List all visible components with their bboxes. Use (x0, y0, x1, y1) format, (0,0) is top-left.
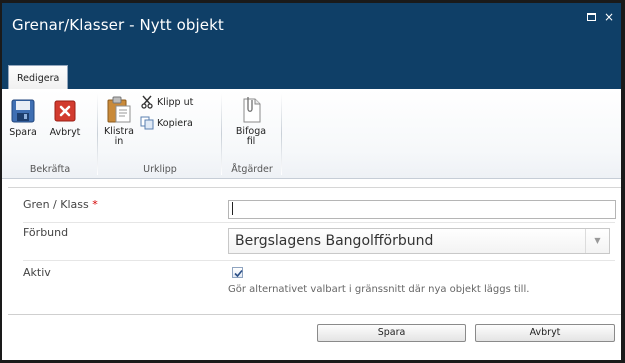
dialog: Grenar/Klasser - Nytt objekt × Redigera (2, 3, 621, 360)
window-frame: Grenar/Klasser - Nytt objekt × Redigera (0, 0, 625, 363)
group-separator (281, 93, 282, 175)
dialog-title: Grenar/Klasser - Nytt objekt (12, 16, 224, 34)
cancel-button-label: Avbryt (49, 127, 81, 138)
gren-klass-input[interactable] (228, 200, 616, 219)
cancel-button[interactable]: Avbryt (44, 98, 86, 138)
row-divider (23, 260, 615, 261)
gren-klass-label-text: Gren / Klass (23, 198, 89, 211)
chevron-down-icon[interactable]: ▼ (585, 229, 609, 253)
form-save-button[interactable]: Spara (317, 324, 466, 342)
maximize-icon[interactable] (585, 11, 597, 23)
scissors-icon (141, 95, 153, 109)
paste-label-line2: in (114, 136, 124, 147)
attach-file-icon (243, 97, 261, 123)
form-cancel-button[interactable]: Avbryt (475, 324, 615, 342)
text-caret (228, 200, 238, 219)
tab-redigera[interactable]: Redigera (8, 65, 69, 90)
copy-icon (140, 116, 154, 130)
form-top-divider (8, 187, 621, 188)
group-label-urklipp: Urklipp (143, 164, 177, 175)
copy-button-label: Kopiera (157, 117, 193, 129)
gren-klass-label: Gren / Klass * (23, 198, 98, 211)
ribbon-group-atgarder: Bifoga fil Åtgärder (222, 89, 282, 178)
aktiv-checkbox[interactable] (232, 267, 243, 278)
group-label-atgarder: Åtgärder (231, 164, 273, 175)
save-button[interactable]: Spara (6, 98, 40, 138)
save-button-label: Spara (9, 127, 37, 138)
row-divider (23, 222, 615, 223)
copy-button[interactable]: Kopiera (140, 116, 193, 130)
aktiv-label: Aktiv (23, 266, 51, 279)
paste-icon (107, 96, 131, 123)
cancel-icon (54, 100, 76, 122)
group-label-bekrafta: Bekräfta (29, 164, 71, 175)
forbund-selected-value: Bergslagens Bangolfförbund (235, 233, 434, 249)
aktiv-description: Gör alternativet valbart i gränssnitt dä… (228, 284, 530, 295)
save-icon (11, 99, 35, 123)
forbund-label: Förbund (23, 226, 69, 239)
cut-button[interactable]: Klipp ut (140, 95, 193, 109)
ribbon-group-bekrafta: Spara Avbryt Bekräfta (2, 89, 98, 178)
forbund-select[interactable]: Bergslagens Bangolfförbund ▼ (228, 228, 610, 254)
checkmark-icon (234, 269, 243, 278)
ribbon-tab-strip (2, 65, 621, 89)
ribbon: Spara Avbryt Bekräfta Klistra in Klipp u… (2, 89, 621, 179)
window-buttons: × (585, 11, 615, 23)
close-icon[interactable]: × (603, 11, 615, 23)
paste-button[interactable]: Klistra in (102, 95, 136, 147)
title-bar: Grenar/Klasser - Nytt objekt × (2, 3, 621, 65)
form-bottom-divider (8, 314, 621, 315)
required-marker: * (92, 198, 98, 211)
ribbon-group-urklipp: Klistra in Klipp ut Kopiera Urklipp (98, 89, 222, 178)
attach-label-line2: fil (246, 136, 256, 147)
attach-file-button[interactable]: Bifoga fil (228, 95, 274, 147)
cut-button-label: Klipp ut (157, 96, 194, 108)
